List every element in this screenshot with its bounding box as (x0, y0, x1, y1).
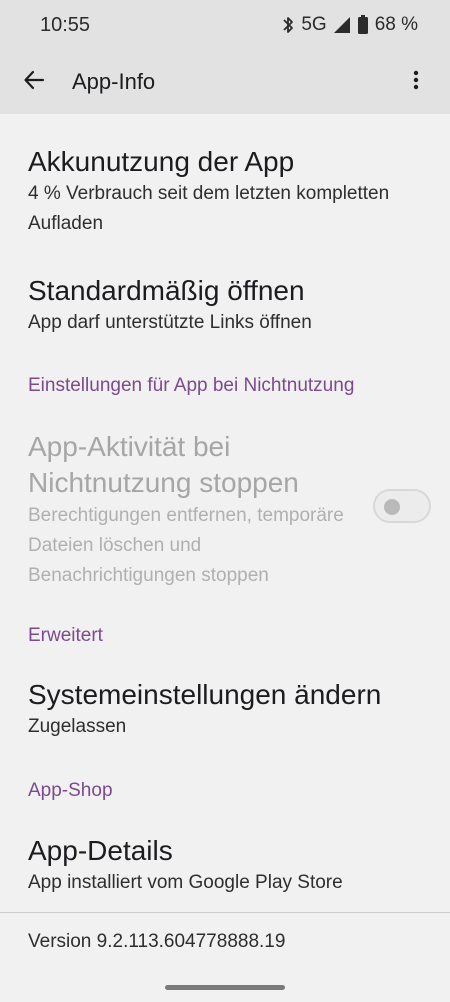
page-title: App-Info (72, 69, 156, 94)
modify-system-settings-subtitle: Zugelassen (28, 716, 127, 737)
pause-app-activity-title: App-Aktivität bei Nichtnutzung stoppen (28, 431, 299, 498)
battery-usage-subtitle: 4 % Verbrauch seit dem letzten komplette… (28, 183, 390, 234)
status-icons: 5G 68 % (281, 14, 418, 36)
open-by-default-subtitle: App darf unterstützte Links öffnen (28, 312, 312, 333)
divider (0, 912, 450, 913)
open-by-default-title: Standardmäßig öffnen (28, 275, 305, 306)
status-time: 10:55 (40, 14, 91, 36)
status-bar: 10:55 5G 68 % (0, 0, 450, 50)
battery-usage-title: Akkunutzung der App (28, 146, 295, 177)
more-vert-icon (413, 70, 419, 95)
arrow-back-icon (23, 69, 45, 96)
pause-app-activity-item: App-Aktivität bei Nichtnutzung stoppen B… (28, 429, 348, 591)
battery-usage-item[interactable]: Akkunutzung der App 4 % Verbrauch seit d… (28, 145, 428, 239)
app-bar: App-Info (0, 50, 450, 114)
section-header-store: App-Shop (28, 780, 113, 801)
signal-icon (333, 16, 351, 34)
gesture-navigation-bar[interactable] (165, 985, 285, 990)
network-type: 5G (301, 14, 327, 35)
back-button[interactable] (14, 62, 54, 102)
pause-app-activity-subtitle: Berechtigungen entfernen, temporäre Date… (28, 505, 344, 586)
more-options-button[interactable] (396, 62, 436, 102)
modify-system-settings-title: Systemeinstellungen ändern (28, 679, 382, 710)
app-details-subtitle: App installiert vom Google Play Store (28, 872, 343, 893)
modify-system-settings-item[interactable]: Systemeinstellungen ändern Zugelassen (28, 678, 438, 742)
toggle-knob (384, 499, 400, 515)
battery-level: 68 % (374, 14, 418, 35)
battery-icon (357, 15, 369, 35)
app-details-title: App-Details (28, 835, 173, 866)
bluetooth-icon (281, 15, 295, 35)
version-text: Version 9.2.113.604778888.19 (28, 931, 286, 952)
section-header-unused: Einstellungen für App bei Nichtnutzung (28, 375, 355, 396)
section-header-advanced: Erweitert (28, 625, 103, 646)
app-details-item[interactable]: App-Details App installiert vom Google P… (28, 834, 428, 898)
pause-app-activity-toggle[interactable] (373, 489, 431, 523)
open-by-default-item[interactable]: Standardmäßig öffnen App darf unterstütz… (28, 274, 428, 338)
